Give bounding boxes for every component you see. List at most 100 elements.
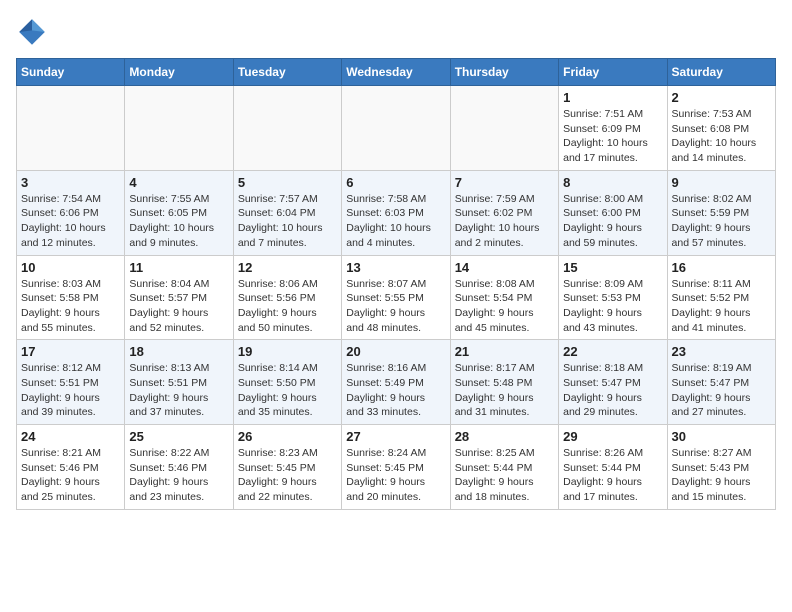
day-number: 9 bbox=[672, 175, 771, 190]
calendar-week: 1 Sunrise: 7:51 AMSunset: 6:09 PMDaylight… bbox=[17, 86, 776, 171]
calendar-cell: 7 Sunrise: 7:59 AMSunset: 6:02 PMDaylight… bbox=[450, 170, 558, 255]
day-info: Sunrise: 8:04 AMSunset: 5:57 PMDaylight:… bbox=[129, 277, 228, 336]
calendar-cell: 21Sunrise: 8:17 AMSunset: 5:48 PMDayligh… bbox=[450, 340, 558, 425]
day-info: Sunrise: 7:54 AMSunset: 6:06 PMDaylight:… bbox=[21, 192, 120, 251]
weekday-header: Monday bbox=[125, 59, 233, 86]
day-info: Sunrise: 8:25 AMSunset: 5:44 PMDaylight:… bbox=[455, 446, 554, 505]
day-number: 23 bbox=[672, 344, 771, 359]
calendar-cell: 23 Sunrise: 8:19 AMSunset: 5:47 PMDayligh… bbox=[667, 340, 775, 425]
day-info: Sunrise: 7:57 AMSunset: 6:04 PMDaylight:… bbox=[238, 192, 337, 251]
day-number: 15 bbox=[563, 260, 662, 275]
calendar-cell: 27 Sunrise: 8:24 AMSunset: 5:45 PMDayligh… bbox=[342, 425, 450, 510]
calendar-cell: 16 Sunrise: 8:11 AMSunset: 5:52 PMDayligh… bbox=[667, 255, 775, 340]
day-info: Sunrise: 7:51 AMSunset: 6:09 PMDaylight:… bbox=[563, 107, 662, 166]
calendar-week: 24Sunrise: 8:21 AMSunset: 5:46 PMDayligh… bbox=[17, 425, 776, 510]
weekday-header: Friday bbox=[559, 59, 667, 86]
day-number: 8 bbox=[563, 175, 662, 190]
calendar-week: 3 Sunrise: 7:54 AMSunset: 6:06 PMDaylight… bbox=[17, 170, 776, 255]
day-number: 29 bbox=[563, 429, 662, 444]
day-info: Sunrise: 8:18 AMSunset: 5:47 PMDaylight:… bbox=[563, 361, 662, 420]
calendar-cell: 28 Sunrise: 8:25 AMSunset: 5:44 PMDayligh… bbox=[450, 425, 558, 510]
calendar-cell bbox=[342, 86, 450, 171]
calendar: SundayMondayTuesdayWednesdayThursdayFrid… bbox=[16, 58, 776, 510]
calendar-cell bbox=[233, 86, 341, 171]
day-number: 6 bbox=[346, 175, 445, 190]
day-info: Sunrise: 8:00 AMSunset: 6:00 PMDaylight:… bbox=[563, 192, 662, 251]
calendar-cell: 2 Sunrise: 7:53 AMSunset: 6:08 PMDaylight… bbox=[667, 86, 775, 171]
day-number: 12 bbox=[238, 260, 337, 275]
day-number: 17 bbox=[21, 344, 120, 359]
day-number: 1 bbox=[563, 90, 662, 105]
day-info: Sunrise: 8:27 AMSunset: 5:43 PMDaylight:… bbox=[672, 446, 771, 505]
logo bbox=[16, 16, 52, 48]
day-info: Sunrise: 8:03 AMSunset: 5:58 PMDaylight:… bbox=[21, 277, 120, 336]
day-number: 28 bbox=[455, 429, 554, 444]
day-number: 13 bbox=[346, 260, 445, 275]
day-info: Sunrise: 8:07 AMSunset: 5:55 PMDaylight:… bbox=[346, 277, 445, 336]
day-info: Sunrise: 8:08 AMSunset: 5:54 PMDaylight:… bbox=[455, 277, 554, 336]
calendar-cell bbox=[450, 86, 558, 171]
day-number: 25 bbox=[129, 429, 228, 444]
calendar-cell: 26 Sunrise: 8:23 AMSunset: 5:45 PMDayligh… bbox=[233, 425, 341, 510]
day-info: Sunrise: 8:19 AMSunset: 5:47 PMDaylight:… bbox=[672, 361, 771, 420]
day-number: 4 bbox=[129, 175, 228, 190]
calendar-cell: 24Sunrise: 8:21 AMSunset: 5:46 PMDayligh… bbox=[17, 425, 125, 510]
calendar-cell: 4 Sunrise: 7:55 AMSunset: 6:05 PMDaylight… bbox=[125, 170, 233, 255]
calendar-cell bbox=[125, 86, 233, 171]
day-number: 20 bbox=[346, 344, 445, 359]
day-number: 18 bbox=[129, 344, 228, 359]
weekday-header: Saturday bbox=[667, 59, 775, 86]
day-info: Sunrise: 8:26 AMSunset: 5:44 PMDaylight:… bbox=[563, 446, 662, 505]
day-info: Sunrise: 8:06 AMSunset: 5:56 PMDaylight:… bbox=[238, 277, 337, 336]
calendar-cell: 3 Sunrise: 7:54 AMSunset: 6:06 PMDaylight… bbox=[17, 170, 125, 255]
day-number: 3 bbox=[21, 175, 120, 190]
calendar-cell: 8 Sunrise: 8:00 AMSunset: 6:00 PMDaylight… bbox=[559, 170, 667, 255]
calendar-cell: 5 Sunrise: 7:57 AMSunset: 6:04 PMDaylight… bbox=[233, 170, 341, 255]
day-number: 7 bbox=[455, 175, 554, 190]
calendar-cell: 14 Sunrise: 8:08 AMSunset: 5:54 PMDayligh… bbox=[450, 255, 558, 340]
calendar-cell: 13 Sunrise: 8:07 AMSunset: 5:55 PMDayligh… bbox=[342, 255, 450, 340]
calendar-cell: 17Sunrise: 8:12 AMSunset: 5:51 PMDayligh… bbox=[17, 340, 125, 425]
day-number: 16 bbox=[672, 260, 771, 275]
day-number: 30 bbox=[672, 429, 771, 444]
day-number: 27 bbox=[346, 429, 445, 444]
weekday-header: Wednesday bbox=[342, 59, 450, 86]
calendar-cell: 9 Sunrise: 8:02 AMSunset: 5:59 PMDaylight… bbox=[667, 170, 775, 255]
day-number: 10 bbox=[21, 260, 120, 275]
day-number: 11 bbox=[129, 260, 228, 275]
calendar-week: 17Sunrise: 8:12 AMSunset: 5:51 PMDayligh… bbox=[17, 340, 776, 425]
day-info: Sunrise: 8:02 AMSunset: 5:59 PMDaylight:… bbox=[672, 192, 771, 251]
day-info: Sunrise: 7:59 AMSunset: 6:02 PMDaylight:… bbox=[455, 192, 554, 251]
day-number: 22 bbox=[563, 344, 662, 359]
weekday-header: Sunday bbox=[17, 59, 125, 86]
calendar-cell: 19Sunrise: 8:14 AMSunset: 5:50 PMDayligh… bbox=[233, 340, 341, 425]
day-number: 14 bbox=[455, 260, 554, 275]
weekday-header: Tuesday bbox=[233, 59, 341, 86]
day-info: Sunrise: 8:24 AMSunset: 5:45 PMDaylight:… bbox=[346, 446, 445, 505]
calendar-week: 10 Sunrise: 8:03 AMSunset: 5:58 PMDayligh… bbox=[17, 255, 776, 340]
calendar-cell: 25Sunrise: 8:22 AMSunset: 5:46 PMDayligh… bbox=[125, 425, 233, 510]
day-number: 24 bbox=[21, 429, 120, 444]
calendar-cell bbox=[17, 86, 125, 171]
calendar-cell: 29 Sunrise: 8:26 AMSunset: 5:44 PMDayligh… bbox=[559, 425, 667, 510]
day-info: Sunrise: 7:53 AMSunset: 6:08 PMDaylight:… bbox=[672, 107, 771, 166]
calendar-cell: 22 Sunrise: 8:18 AMSunset: 5:47 PMDayligh… bbox=[559, 340, 667, 425]
header-row: SundayMondayTuesdayWednesdayThursdayFrid… bbox=[17, 59, 776, 86]
day-number: 5 bbox=[238, 175, 337, 190]
calendar-cell: 11 Sunrise: 8:04 AMSunset: 5:57 PMDayligh… bbox=[125, 255, 233, 340]
day-info: Sunrise: 8:11 AMSunset: 5:52 PMDaylight:… bbox=[672, 277, 771, 336]
day-number: 26 bbox=[238, 429, 337, 444]
day-number: 2 bbox=[672, 90, 771, 105]
day-info: Sunrise: 7:58 AMSunset: 6:03 PMDaylight:… bbox=[346, 192, 445, 251]
day-info: Sunrise: 8:23 AMSunset: 5:45 PMDaylight:… bbox=[238, 446, 337, 505]
day-info: Sunrise: 8:14 AMSunset: 5:50 PMDaylight:… bbox=[238, 361, 337, 420]
calendar-cell: 20Sunrise: 8:16 AMSunset: 5:49 PMDayligh… bbox=[342, 340, 450, 425]
calendar-cell: 18Sunrise: 8:13 AMSunset: 5:51 PMDayligh… bbox=[125, 340, 233, 425]
calendar-header: SundayMondayTuesdayWednesdayThursdayFrid… bbox=[17, 59, 776, 86]
day-number: 21 bbox=[455, 344, 554, 359]
day-info: Sunrise: 7:55 AMSunset: 6:05 PMDaylight:… bbox=[129, 192, 228, 251]
calendar-cell: 30 Sunrise: 8:27 AMSunset: 5:43 PMDayligh… bbox=[667, 425, 775, 510]
calendar-body: 1 Sunrise: 7:51 AMSunset: 6:09 PMDaylight… bbox=[17, 86, 776, 510]
calendar-cell: 10 Sunrise: 8:03 AMSunset: 5:58 PMDayligh… bbox=[17, 255, 125, 340]
logo-icon bbox=[16, 16, 48, 48]
